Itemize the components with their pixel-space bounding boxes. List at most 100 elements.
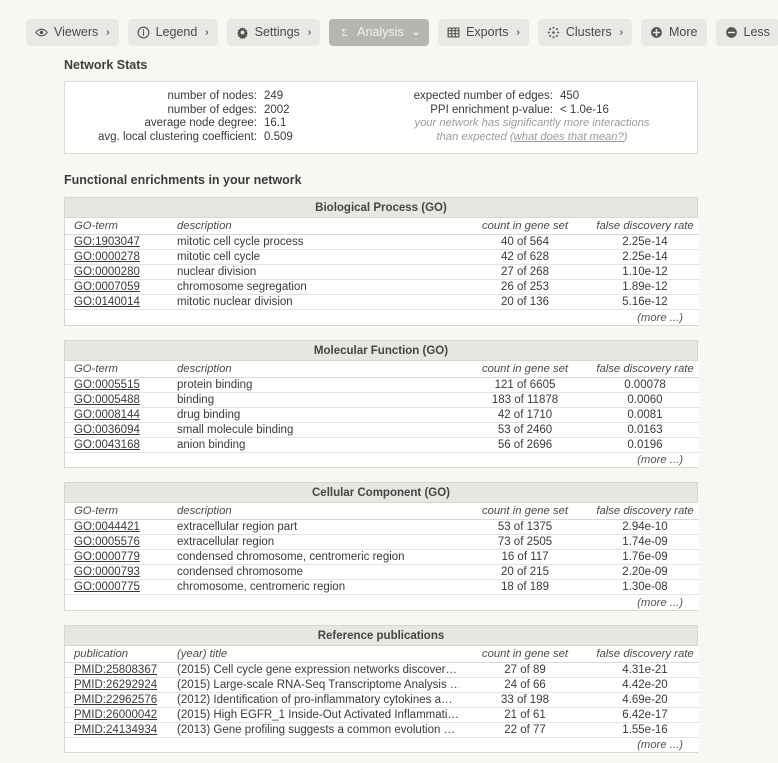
table-row[interactable]: GO:1903047 mitotic cell cycle process 40 o… bbox=[65, 234, 699, 251]
table-row[interactable]: GO:0005515 protein binding 121 of 6605 0.00… bbox=[65, 377, 699, 393]
table-cell: GO:0044421 bbox=[65, 519, 173, 536]
identifier-link[interactable]: GO:0000793 bbox=[74, 566, 140, 578]
table-cell: 56 of 2696 bbox=[459, 437, 591, 453]
table-row[interactable]: GO:0007059 chromosome segregation 26 of 25… bbox=[65, 279, 699, 296]
what-does-that-mean-link[interactable]: what does that mean? bbox=[514, 131, 624, 143]
identifier-link[interactable]: PMID:26000042 bbox=[74, 709, 157, 721]
table-more-row: (more ...) bbox=[65, 737, 699, 752]
more-link[interactable]: (more ...) bbox=[637, 739, 683, 751]
enrichment-table-body: publication (year) title count in gene set… bbox=[64, 645, 699, 754]
table-cell: GO:0140014 bbox=[65, 294, 173, 311]
enrichment-note-prefix: than expected ( bbox=[436, 130, 514, 143]
column-header: GO-term bbox=[65, 503, 173, 521]
column-header: publication bbox=[65, 645, 173, 663]
identifier-link[interactable]: GO:0005488 bbox=[74, 394, 140, 406]
toolbar-button-label: Analysis bbox=[357, 25, 404, 39]
identifier-link[interactable]: GO:0140014 bbox=[74, 296, 140, 308]
identifier-link[interactable]: PMID:24134934 bbox=[74, 724, 157, 736]
identifier-link[interactable]: GO:0036094 bbox=[74, 424, 140, 436]
toolbar-button-label: More bbox=[669, 25, 698, 39]
column-header: GO-term bbox=[65, 360, 173, 378]
table-cell: 0.0060 bbox=[591, 392, 699, 408]
table-cell: 4.69e-20 bbox=[591, 692, 699, 708]
enrichment-table: Molecular Function (GO) GO-term descriptio… bbox=[64, 339, 699, 469]
table-row[interactable]: PMID:26292924 (2015) Large-scale RNA-Seq … bbox=[65, 677, 699, 693]
table-row[interactable]: GO:0000793 condensed chromosome 20 of 215 2… bbox=[65, 564, 699, 581]
enrichment-table-caption: Cellular Component (GO) bbox=[64, 482, 698, 504]
table-cell: nuclear division bbox=[173, 264, 459, 281]
table-cell: 21 of 61 bbox=[459, 707, 591, 723]
table-cell: 53 of 1375 bbox=[459, 519, 591, 536]
identifier-link[interactable]: GO:0005515 bbox=[74, 379, 140, 391]
toolbar-button-analysis[interactable]: Σ Analysis ⌄ bbox=[329, 18, 430, 46]
table-cell: PMID:26292924 bbox=[65, 677, 173, 693]
table-row[interactable]: GO:0005576 extracellular region 73 of 2505… bbox=[65, 534, 699, 551]
table-row[interactable]: PMID:25808367 (2015) Cell cycle gene expr… bbox=[65, 662, 699, 678]
toolbar-button-clusters[interactable]: Clusters › bbox=[537, 18, 633, 46]
identifier-link[interactable]: PMID:25808367 bbox=[74, 664, 157, 676]
enrichment-table-caption: Biological Process (GO) bbox=[64, 197, 698, 219]
table-row[interactable]: GO:0036094 small molecule binding 53 of 24… bbox=[65, 422, 699, 438]
identifier-link[interactable]: GO:0008144 bbox=[74, 409, 140, 421]
table-row[interactable]: GO:0000775 chromosome, centromeric region… bbox=[65, 579, 699, 596]
more-link[interactable]: (more ...) bbox=[637, 597, 683, 609]
network-stat-value: < 1.0e-16 bbox=[560, 103, 609, 116]
table-row[interactable]: PMID:22962576 (2012) Identification of pr… bbox=[65, 692, 699, 708]
table-cell: 1.89e-12 bbox=[591, 279, 699, 296]
column-header: count in gene set bbox=[459, 360, 591, 378]
toolbar-button-label: Exports bbox=[466, 25, 509, 39]
table-cell: (2015) High EGFR_1 Inside-Out Activated … bbox=[173, 707, 459, 723]
table-row[interactable]: PMID:24134934 (2013) Gene profiling sugge… bbox=[65, 722, 699, 738]
table-row[interactable]: GO:0000280 nuclear division 27 of 268 1.10e… bbox=[65, 264, 699, 281]
toolbar-button-less[interactable]: Less bbox=[715, 18, 778, 46]
identifier-link[interactable]: PMID:22962576 bbox=[74, 694, 157, 706]
table-cell: PMID:25808367 bbox=[65, 662, 173, 678]
table-row[interactable]: PMID:26000042 (2015) High EGFR_1 Inside-O… bbox=[65, 707, 699, 723]
table-cell: drug binding bbox=[173, 407, 459, 423]
table-cell: 53 of 2460 bbox=[459, 422, 591, 438]
identifier-link[interactable]: GO:0000775 bbox=[74, 581, 140, 593]
toolbar-button-settings[interactable]: Settings › bbox=[226, 18, 321, 46]
table-cell: PMID:24134934 bbox=[65, 722, 173, 738]
toolbar-button-more[interactable]: More bbox=[641, 18, 707, 46]
enrichment-note-suffix: ) bbox=[623, 130, 628, 143]
table-cell: (2015) Cell cycle gene expression networ… bbox=[173, 662, 459, 678]
table-cell: PMID:26000042 bbox=[65, 707, 173, 723]
table-cell: 0.0163 bbox=[591, 422, 699, 438]
svg-text:Σ: Σ bbox=[342, 28, 348, 39]
identifier-link[interactable]: GO:0000779 bbox=[74, 551, 140, 563]
table-cell: chromosome, centromeric region bbox=[173, 579, 459, 596]
eye-icon bbox=[35, 26, 48, 39]
more-link[interactable]: (more ...) bbox=[637, 312, 683, 324]
table-cell: 0.0196 bbox=[591, 437, 699, 453]
more-link[interactable]: (more ...) bbox=[637, 454, 683, 466]
toolbar-button-legend[interactable]: Legend › bbox=[127, 18, 218, 46]
identifier-link[interactable]: GO:0005576 bbox=[74, 536, 140, 548]
table-row[interactable]: GO:0000278 mitotic cell cycle 42 of 628 2.2… bbox=[65, 249, 699, 266]
network-stat-label: expected number of edges: bbox=[413, 90, 553, 102]
functional-enrichments-title: Functional enrichments in your network bbox=[64, 173, 302, 188]
table-row[interactable]: GO:0044421 extracellular region part 53 of… bbox=[65, 519, 699, 536]
identifier-link[interactable]: GO:0007059 bbox=[74, 281, 140, 293]
table-row[interactable]: GO:0140014 mitotic nuclear division 20 of … bbox=[65, 294, 699, 311]
toolbar-button-exports[interactable]: Exports › bbox=[438, 18, 529, 46]
table-cell: 24 of 66 bbox=[459, 677, 591, 693]
table-cell: 4.42e-20 bbox=[591, 677, 699, 693]
identifier-link[interactable]: GO:0000278 bbox=[74, 251, 140, 263]
table-row[interactable]: GO:0000779 condensed chromosome, centrome… bbox=[65, 549, 699, 566]
table-row[interactable]: GO:0008144 drug binding 42 of 1710 0.0081 bbox=[65, 407, 699, 423]
toolbar-button-viewers[interactable]: Viewers › bbox=[26, 18, 119, 46]
table-cell: 26 of 253 bbox=[459, 279, 591, 296]
network-stat-row: number of nodes: 249 bbox=[65, 90, 381, 104]
identifier-link[interactable]: GO:0000280 bbox=[74, 266, 140, 278]
table-row[interactable]: GO:0005488 binding 183 of 11878 0.0060 bbox=[65, 392, 699, 408]
chevron-right-icon: › bbox=[516, 26, 520, 38]
table-cell: 1.76e-09 bbox=[591, 549, 699, 566]
table-row[interactable]: GO:0043168 anion binding 56 of 2696 0.0196 bbox=[65, 437, 699, 453]
table-cell: GO:1903047 bbox=[65, 234, 173, 251]
identifier-link[interactable]: GO:0043168 bbox=[74, 439, 140, 451]
table-cell: 20 of 215 bbox=[459, 564, 591, 581]
identifier-link[interactable]: PMID:26292924 bbox=[74, 679, 157, 691]
identifier-link[interactable]: GO:0044421 bbox=[74, 521, 140, 533]
identifier-link[interactable]: GO:1903047 bbox=[74, 236, 140, 248]
